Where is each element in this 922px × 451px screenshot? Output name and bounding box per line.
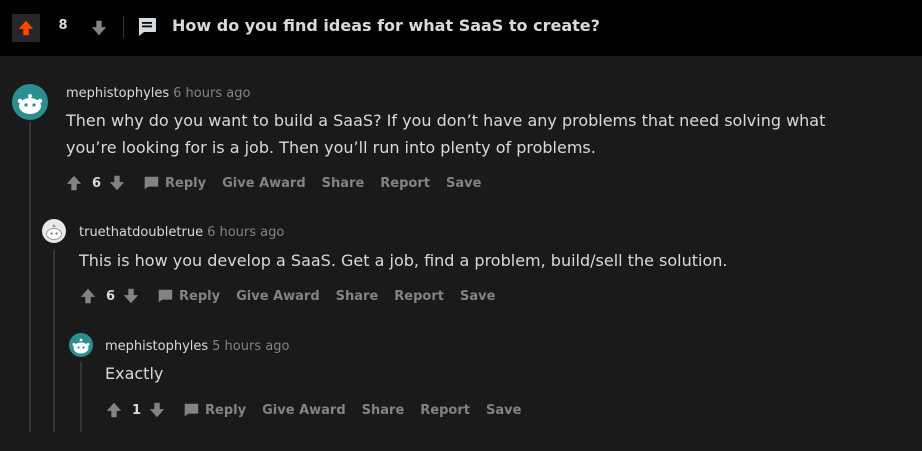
save-button[interactable]: Save xyxy=(486,403,521,418)
reply-comment-icon xyxy=(155,286,175,306)
reply-comment-icon xyxy=(141,173,161,193)
thread-line-level-1[interactable] xyxy=(29,122,31,432)
post-comment-icon xyxy=(136,16,158,38)
share-button[interactable]: Share xyxy=(322,176,365,191)
upvote-button[interactable] xyxy=(64,173,84,193)
comment-author[interactable]: truethatdoubletrue xyxy=(79,225,203,240)
post-header-bar: 8 How do you find ideas for what SaaS to… xyxy=(0,0,922,56)
comment-score: 6 xyxy=(106,288,116,304)
share-button[interactable]: Share xyxy=(362,403,405,418)
thread-line-level-2[interactable] xyxy=(53,250,55,432)
comment-timestamp[interactable]: 6 hours ago xyxy=(207,225,284,240)
comment-body: Then why do you want to build a SaaS? If… xyxy=(66,107,825,161)
post-title[interactable]: How do you find ideas for what SaaS to c… xyxy=(172,16,600,35)
save-button[interactable]: Save xyxy=(460,289,495,304)
reply-label: Reply xyxy=(179,288,221,304)
downvote-arrow-icon xyxy=(149,402,165,418)
downvote-button[interactable] xyxy=(147,400,167,420)
comment-timestamp[interactable]: 5 hours ago xyxy=(212,339,289,354)
snoo-avatar-icon xyxy=(46,224,62,240)
comment-body-line: This is how you develop a SaaS. Get a jo… xyxy=(79,251,728,270)
comment-score: 1 xyxy=(132,402,142,418)
comment-action-bar: 1 Reply Give Award Share Report Save xyxy=(104,398,521,422)
reply-button[interactable]: Reply xyxy=(141,173,206,193)
avatar[interactable] xyxy=(12,84,48,120)
avatar[interactable] xyxy=(69,333,93,357)
reply-comment-icon xyxy=(181,400,201,420)
downvote-arrow-icon xyxy=(91,20,107,36)
comment-author-line: mephistophyles 6 hours ago xyxy=(66,86,250,101)
upvote-arrow-icon xyxy=(18,20,34,36)
report-button[interactable]: Report xyxy=(380,176,430,191)
comment-author-line: truethatdoubletrue 6 hours ago xyxy=(79,225,284,240)
thread-line-level-3[interactable] xyxy=(80,362,82,432)
comment-author-line: mephistophyles 5 hours ago xyxy=(105,339,289,354)
snoo-avatar-icon xyxy=(72,338,90,354)
comment-body: Exactly xyxy=(105,360,163,387)
reply-button[interactable]: Reply xyxy=(155,286,220,306)
downvote-arrow-icon xyxy=(109,175,125,191)
upvote-arrow-icon xyxy=(106,402,122,418)
upvote-button[interactable] xyxy=(12,14,40,42)
avatar[interactable] xyxy=(42,219,66,243)
comment-action-bar: 6 Reply Give Award Share Report Save xyxy=(64,171,481,195)
save-button[interactable]: Save xyxy=(446,176,481,191)
comment-body-line: Then why do you want to build a SaaS? If… xyxy=(66,111,826,130)
reply-label: Reply xyxy=(165,175,207,191)
reply-label: Reply xyxy=(205,402,247,418)
give-award-button[interactable]: Give Award xyxy=(236,289,320,304)
upvote-button[interactable] xyxy=(104,400,124,420)
upvote-arrow-icon xyxy=(66,175,82,191)
comment-body-line: you’re looking for is a job. Then you’ll… xyxy=(66,138,596,157)
upvote-button[interactable] xyxy=(78,286,98,306)
report-button[interactable]: Report xyxy=(394,289,444,304)
give-award-button[interactable]: Give Award xyxy=(222,176,306,191)
downvote-button[interactable] xyxy=(86,14,112,42)
downvote-button[interactable] xyxy=(121,286,141,306)
comment-action-bar: 6 Reply Give Award Share Report Save xyxy=(78,284,495,308)
comment-timestamp[interactable]: 6 hours ago xyxy=(173,86,250,101)
comment-body: This is how you develop a SaaS. Get a jo… xyxy=(79,247,727,274)
post-score: 8 xyxy=(58,18,68,33)
snoo-avatar-icon xyxy=(17,94,43,114)
report-button[interactable]: Report xyxy=(420,403,470,418)
comment-score: 6 xyxy=(92,175,102,191)
comment-author[interactable]: mephistophyles xyxy=(105,339,208,354)
comment-author[interactable]: mephistophyles xyxy=(66,86,169,101)
comment-body-line: Exactly xyxy=(105,364,164,383)
upvote-arrow-icon xyxy=(80,288,96,304)
reply-button[interactable]: Reply xyxy=(181,400,246,420)
header-divider xyxy=(123,16,124,38)
give-award-button[interactable]: Give Award xyxy=(262,403,346,418)
downvote-button[interactable] xyxy=(107,173,127,193)
share-button[interactable]: Share xyxy=(336,289,379,304)
downvote-arrow-icon xyxy=(123,288,139,304)
